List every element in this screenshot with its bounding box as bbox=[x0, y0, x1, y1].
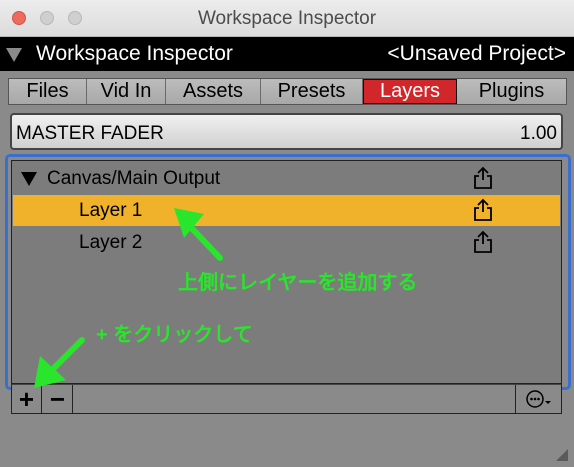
share-icon[interactable] bbox=[472, 198, 494, 222]
project-name: <Unsaved Project> bbox=[387, 42, 566, 65]
share-icon[interactable] bbox=[472, 166, 494, 190]
ellipsis-circle-icon bbox=[525, 390, 551, 408]
layer-group-row[interactable]: Canvas/Main Output bbox=[13, 163, 560, 194]
share-icon[interactable] bbox=[472, 230, 494, 254]
master-fader-label: MASTER FADER bbox=[16, 123, 164, 144]
layer-toolbar: + − bbox=[11, 384, 562, 414]
add-layer-button[interactable]: + bbox=[12, 384, 42, 414]
inspector-title: Workspace Inspector bbox=[36, 42, 233, 65]
more-options-button[interactable] bbox=[515, 385, 561, 413]
tab-assets[interactable]: Assets bbox=[166, 79, 261, 104]
layer-row[interactable]: Layer 1 bbox=[13, 195, 560, 226]
window-title: Workspace Inspector bbox=[197, 8, 377, 29]
tab-plugins[interactable]: Plugins bbox=[457, 79, 566, 104]
resize-grip-icon[interactable] bbox=[554, 447, 570, 463]
layer-row[interactable]: Layer 2 bbox=[13, 227, 560, 258]
annotation-add-layer-above: 上側にレイヤーを追加する bbox=[178, 272, 418, 294]
disclosure-triangle-icon[interactable] bbox=[21, 172, 37, 186]
collapse-triangle-icon[interactable] bbox=[6, 48, 22, 62]
master-fader-value: 1.00 bbox=[520, 123, 557, 144]
layer-group-label: Canvas/Main Output bbox=[47, 168, 221, 189]
remove-layer-button[interactable]: − bbox=[43, 384, 73, 414]
tab-vid-in[interactable]: Vid In bbox=[87, 79, 166, 104]
tab-layers[interactable]: Layers bbox=[363, 79, 457, 104]
layer-label: Layer 2 bbox=[79, 232, 143, 253]
annotation-click-plus: + をクリックして bbox=[96, 324, 253, 346]
master-fader[interactable]: MASTER FADER 1.00 bbox=[10, 113, 563, 150]
tab-presets[interactable]: Presets bbox=[261, 79, 363, 104]
title-bar: Workspace Inspector bbox=[0, 0, 574, 37]
tab-bar: Files Vid In Assets Presets Layers Plugi… bbox=[8, 78, 567, 105]
layer-label: Layer 1 bbox=[79, 200, 143, 221]
tab-files[interactable]: Files bbox=[9, 79, 87, 104]
inspector-header: Workspace Inspector <Unsaved Project> bbox=[0, 37, 574, 71]
